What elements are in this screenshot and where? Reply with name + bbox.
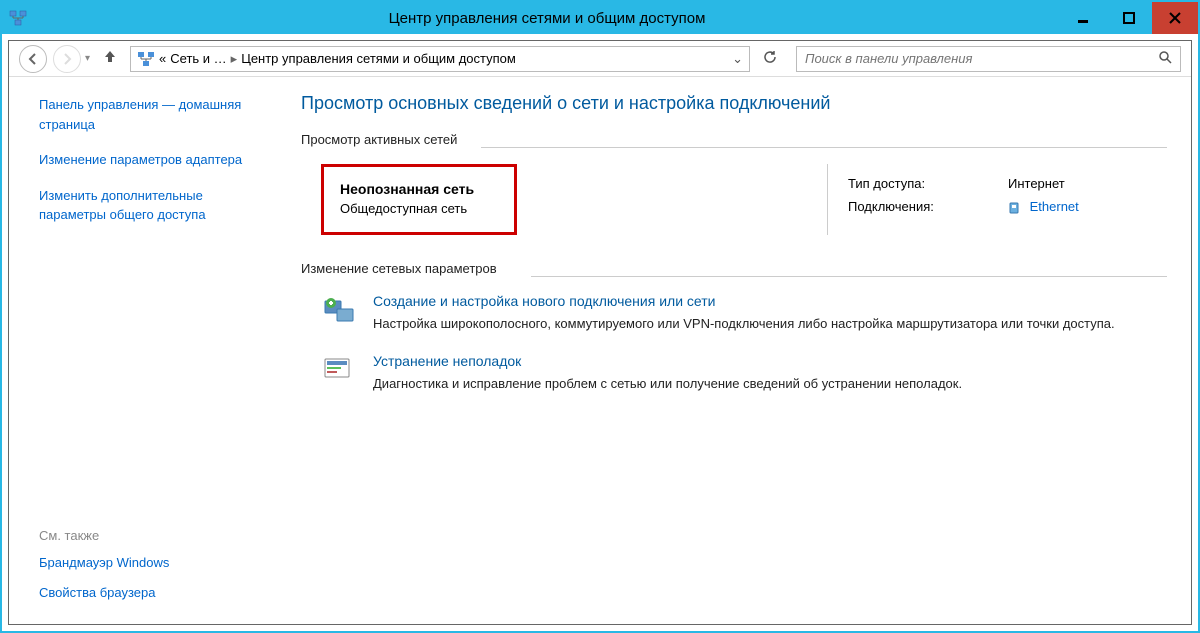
main-panel: Просмотр основных сведений о сети и наст… [289,77,1191,624]
option-troubleshoot: Устранение неполадок Диагностика и испра… [321,353,1167,393]
window-title: Центр управления сетями и общим доступом [34,10,1060,27]
connection-link[interactable]: Ethernet [1030,199,1079,214]
content-area: Панель управления — домашняя страница Из… [9,77,1191,624]
search-icon[interactable] [1158,50,1172,67]
refresh-button[interactable] [762,49,778,68]
minimize-button[interactable] [1060,2,1106,34]
option-title[interactable]: Устранение неполадок [373,353,1167,369]
network-name: Неопознанная сеть [340,181,474,197]
breadcrumb-prefix: « [159,51,166,66]
app-icon [8,8,28,28]
sidebar-link-sharing-settings[interactable]: Изменить дополнительные параметры общего… [39,186,269,225]
see-also-browser[interactable]: Свойства браузера [39,583,269,603]
inner-frame: ▾ « Сеть и … ▸ [8,40,1192,625]
search-box[interactable] [796,46,1181,72]
network-type: Общедоступная сеть [340,201,474,216]
breadcrumb-part[interactable]: Центр управления сетями и общим доступом [241,51,516,66]
connections-label: Подключения: [848,199,1008,215]
breadcrumb[interactable]: « Сеть и … ▸ Центр управления сетями и о… [130,46,750,72]
troubleshoot-icon [321,353,357,389]
network-info: Тип доступа: Интернет Подключения: Ether… [827,164,1167,235]
up-button[interactable] [102,48,118,69]
network-row: Неопознанная сеть Общедоступная сеть Тип… [321,164,1167,235]
titlebar[interactable]: Центр управления сетями и общим доступом [2,2,1198,34]
see-also-firewall[interactable]: Брандмауэр Windows [39,553,269,573]
maximize-button[interactable] [1106,2,1152,34]
navbar: ▾ « Сеть и … ▸ [9,41,1191,77]
history-dropdown-icon[interactable]: ▾ [85,53,90,64]
page-heading: Просмотр основных сведений о сети и наст… [301,93,1167,114]
sidebar-link-cp-home[interactable]: Панель управления — домашняя страница [39,95,269,134]
section-active-networks: Просмотр активных сетей [301,132,1167,147]
network-box-highlight: Неопознанная сеть Общедоступная сеть [321,164,517,235]
see-also-heading: См. также [39,528,269,543]
ethernet-icon [1008,201,1020,215]
breadcrumb-icon [137,50,155,68]
sidebar-link-adapter-settings[interactable]: Изменение параметров адаптера [39,150,269,170]
new-connection-icon [321,293,357,329]
sidebar: Панель управления — домашняя страница Из… [9,77,289,624]
breadcrumb-part[interactable]: Сеть и … [170,51,226,66]
section-change-settings: Изменение сетевых параметров [301,261,1167,276]
access-type-value: Интернет [1008,176,1065,191]
option-desc: Диагностика и исправление проблем с сеть… [373,375,1167,393]
back-button[interactable] [19,45,47,73]
option-desc: Настройка широкополосного, коммутируемог… [373,315,1167,333]
search-input[interactable] [805,51,1158,66]
option-new-connection: Создание и настройка нового подключения … [321,293,1167,333]
access-type-label: Тип доступа: [848,176,1008,191]
breadcrumb-dropdown-icon[interactable]: ⌄ [732,51,743,67]
close-button[interactable] [1152,2,1198,34]
window-controls [1060,2,1198,34]
forward-button[interactable] [53,45,81,73]
option-title[interactable]: Создание и настройка нового подключения … [373,293,1167,309]
breadcrumb-separator-icon[interactable]: ▸ [231,51,238,67]
window-frame: Центр управления сетями и общим доступом… [0,0,1200,633]
